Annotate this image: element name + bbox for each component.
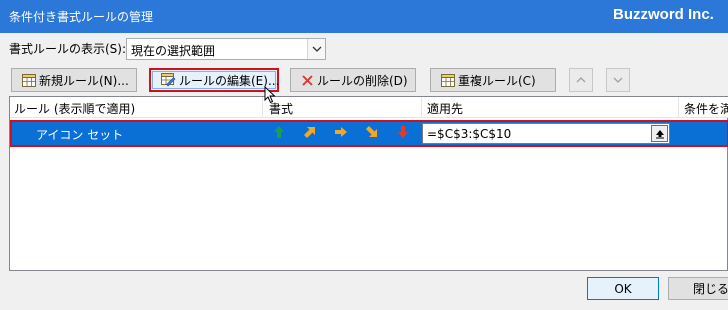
window-title: 条件付き書式ルールの管理 (9, 10, 154, 24)
close-label: 閉じる (693, 282, 728, 296)
delete-rule-button[interactable]: ルールの削除(D) (290, 68, 416, 92)
scope-select[interactable]: 現在の選択範囲 (126, 38, 326, 60)
header-rule[interactable]: ルール (表示順で適用) (14, 100, 135, 117)
new-rule-button[interactable]: 新規ルール(N)... (11, 68, 137, 92)
column-divider[interactable] (678, 97, 679, 118)
delete-x-icon (301, 74, 314, 87)
scope-selected-value: 現在の選択範囲 (131, 44, 216, 58)
brand-label: Buzzword Inc. (613, 6, 714, 23)
highlight-outline (10, 120, 728, 147)
column-divider[interactable] (421, 97, 422, 118)
header-applies-to[interactable]: 適用先 (427, 100, 463, 117)
chevron-down-icon (613, 77, 623, 83)
chevron-up-icon (576, 77, 586, 83)
scope-label: 書式ルールの表示(S): (9, 42, 127, 56)
ok-label: OK (614, 281, 632, 296)
move-up-button[interactable] (569, 68, 593, 92)
chevron-down-icon[interactable] (307, 39, 325, 59)
column-divider[interactable] (262, 97, 263, 118)
edit-grid-icon (161, 73, 176, 87)
edit-rule-button[interactable]: ルールの編集(E)... (149, 68, 279, 92)
grid-icon (22, 73, 36, 87)
close-button[interactable]: 閉じる (668, 277, 728, 300)
list-header: ルール (表示順で適用) 書式 適用先 条件を満 (10, 97, 728, 118)
duplicate-rule-button[interactable]: 重複ルール(C) (430, 68, 556, 92)
new-rule-label: 新規ルール(N)... (39, 73, 129, 88)
header-stop-if-true[interactable]: 条件を満 (684, 100, 728, 117)
move-down-button[interactable] (606, 68, 630, 92)
duplicate-grid-icon (441, 73, 455, 87)
delete-rule-label: ルールの削除(D) (317, 73, 408, 88)
mouse-cursor-icon (264, 86, 276, 104)
ok-button[interactable]: OK (587, 277, 659, 300)
rules-list[interactable]: ルール (表示順で適用) 書式 適用先 条件を満 アイコン セット =$C$3:… (9, 96, 728, 271)
title-bar: 条件付き書式ルールの管理 Buzzword Inc. (0, 0, 728, 33)
duplicate-rule-label: 重複ルール(C) (458, 73, 536, 88)
